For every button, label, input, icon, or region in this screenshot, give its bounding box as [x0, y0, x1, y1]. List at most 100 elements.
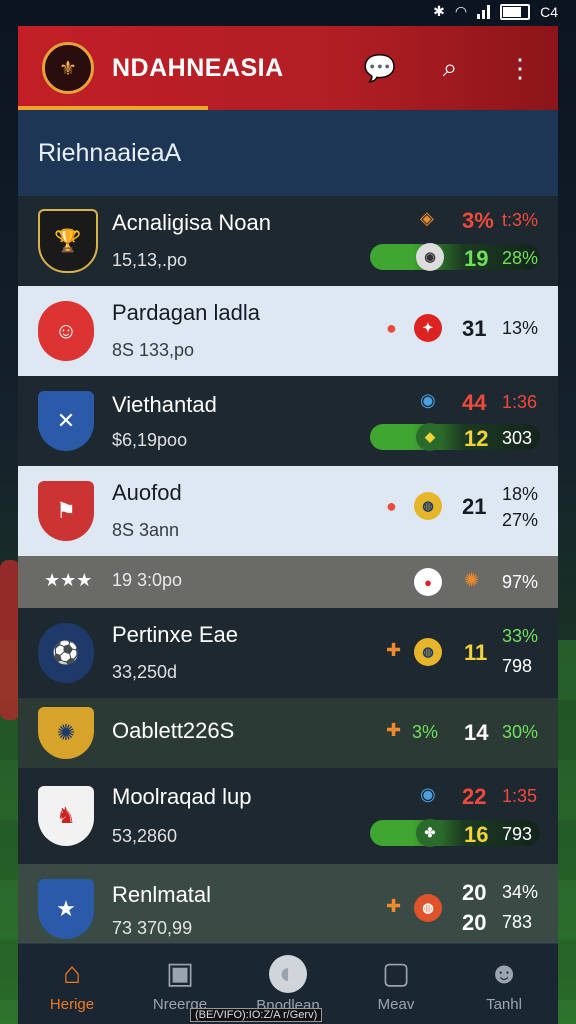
list-item[interactable]: 🏆 Acnaligisa Noan 15,13,.po ◈ 3% t:3% ◉ …: [18, 196, 558, 286]
profile-icon: ☻: [488, 956, 520, 990]
team-name: Pardagan ladla: [112, 300, 261, 325]
nav-ball[interactable]: ◐ Bnodlean: [238, 954, 338, 1014]
nav-label: Herige: [49, 995, 95, 1013]
pct-top: t:3%: [502, 210, 539, 230]
club-badge-icon: ◍: [414, 638, 442, 666]
home-icon: ⌂: [62, 956, 82, 990]
pct-bottom: 798: [502, 656, 533, 676]
team-list: 🏆 Acnaligisa Noan 15,13,.po ◈ 3% t:3% ◉ …: [18, 196, 558, 954]
team-crest-icon: ✺: [38, 707, 94, 759]
pct-bottom: 793: [502, 824, 533, 844]
team-name: Renlmatal: [112, 882, 212, 907]
club-badge-icon: ◆: [416, 423, 444, 451]
rating-stars: ★★★: [44, 570, 93, 590]
pct-top: 18%: [502, 484, 539, 504]
pct-top: 1:35: [502, 786, 538, 806]
pct: 97%: [502, 572, 539, 592]
club-badge-icon: ✦: [414, 314, 442, 342]
pct-top: 34%: [502, 882, 539, 902]
app-header: ⚜ NDAHNEASIA 💬 ⌕ ⋮: [18, 26, 558, 110]
club-badge-icon: ◍: [414, 492, 442, 520]
score-top: 44: [462, 390, 487, 415]
pct-bottom: 27%: [502, 510, 539, 530]
arrow-icon: ✚: [386, 896, 402, 916]
list-item[interactable]: ☺ Pardagan ladla 8S 133,po ● ✦ 31 13%: [18, 286, 558, 376]
nav-profile[interactable]: ☻ Tanhl: [454, 956, 554, 1013]
list-item[interactable]: ⚑ Auofod 8S 3ann ● ◍ 21 18% 27%: [18, 466, 558, 556]
team-name: Pertinxe Eae: [112, 622, 238, 647]
team-sub: 33,250d: [112, 662, 178, 682]
bluetooth-icon: ✱: [433, 3, 445, 19]
team-name: Acnaligisa Noan: [112, 210, 271, 235]
score-bottom: 19: [464, 246, 489, 271]
team-sub: 19 3:0po: [112, 570, 183, 590]
nav-label: Meav: [377, 995, 415, 1013]
wifi-icon: ◠: [454, 3, 468, 19]
score: 14: [464, 720, 489, 745]
team-sub: $6,19poo: [112, 430, 188, 450]
list-item[interactable]: ✺ Oablett226S ✚ 3% 14 30%: [18, 698, 558, 768]
team-crest-icon: ✕: [38, 391, 94, 451]
score-top: 3%: [462, 208, 494, 233]
team-sub: 15,13,.po: [112, 250, 188, 270]
tv-icon: ▢: [381, 956, 411, 990]
team-sub: 73 370,99: [112, 918, 193, 938]
more-vert-icon[interactable]: ⋮: [500, 48, 540, 88]
list-item[interactable]: ★★★ 19 3:0po ● ✺ 97%: [18, 556, 558, 608]
chat-icon[interactable]: 💬: [360, 48, 400, 88]
status-text: C4: [540, 3, 558, 20]
nav-home[interactable]: ⌂ Herige: [22, 956, 122, 1013]
football-icon: ⚽: [38, 623, 94, 683]
search-icon[interactable]: ⌕: [430, 48, 470, 88]
arrow-icon: ✚: [386, 640, 402, 660]
score-bottom: 20: [462, 910, 487, 935]
team-crest-icon: ⚑: [38, 481, 94, 541]
score-top: 20: [462, 880, 487, 905]
club-badge-icon: ✤: [416, 819, 444, 847]
app-window: ⚜ NDAHNEASIA 💬 ⌕ ⋮ RiehnaaieaA 🏆 Acnalig…: [18, 26, 558, 1024]
list-item[interactable]: ★ Renlmatal 73 370,99 ✚ ◍ 20 34% 20 783: [18, 864, 558, 954]
drop-icon: ●: [386, 318, 397, 338]
team-sub: 53,2860: [112, 826, 178, 846]
pct-bottom: 783: [502, 912, 533, 932]
mid-pct: 3%: [412, 722, 439, 742]
status-bar: ✱ ◠ C4: [0, 0, 576, 24]
team-name: Oablett226S: [112, 718, 235, 743]
team-name: Viethantad: [112, 392, 217, 417]
battery-icon: [500, 3, 531, 20]
list-item[interactable]: ⚽ Pertinxe Eae 33,250d ✚ ◍ 11 33% 798: [18, 608, 558, 698]
score: 31: [462, 316, 487, 341]
player-avatar-icon: ☺: [38, 301, 94, 361]
pct-bottom: 303: [502, 428, 533, 448]
pct-top: 1:36: [502, 392, 538, 412]
fire-icon: ✺: [464, 570, 480, 590]
team-name: Moolraqad lup: [112, 784, 252, 809]
score-bottom: 12: [464, 426, 489, 451]
team-sub: 8S 133,po: [112, 340, 195, 360]
list-item[interactable]: ♞ Moolraqad lup 53,2860 ◉ 22 1:35 ✤ 16 7…: [18, 768, 558, 864]
pin-icon: ◉: [420, 390, 436, 410]
nav-label: Tanhl: [486, 995, 522, 1013]
pct-bottom: 28%: [502, 248, 539, 268]
club-badge-icon: ◍: [414, 894, 442, 922]
pin-icon: ◉: [420, 784, 436, 804]
list-item[interactable]: ✕ Viethantad $6,19poo ◉ 44 1:36 ◆ 12 303: [18, 376, 558, 466]
background-player: [0, 560, 20, 720]
club-badge-icon: ●: [414, 568, 442, 596]
app-title: NDAHNEASIA: [112, 53, 284, 82]
score-top: 22: [462, 784, 487, 809]
team-crest-icon: 🏆: [38, 209, 98, 273]
score-bottom: 16: [464, 822, 489, 847]
team-name: Auofod: [112, 480, 182, 505]
team-crest-icon: ★: [38, 879, 94, 939]
team-crest-icon: ♞: [38, 786, 94, 846]
pct: 13%: [502, 318, 539, 338]
nav-tv[interactable]: ▢ Meav: [346, 956, 446, 1013]
nav-schedule[interactable]: ▣ Nreerge: [130, 956, 230, 1013]
team-sub: 8S 3ann: [112, 520, 180, 540]
shield-icon: ◈: [420, 208, 434, 228]
ball-icon: ◐: [269, 954, 307, 993]
crest-logo-icon[interactable]: ⚜: [42, 42, 94, 94]
drop-icon: ●: [386, 496, 397, 516]
section-title: RiehnaaieaA: [18, 110, 558, 196]
